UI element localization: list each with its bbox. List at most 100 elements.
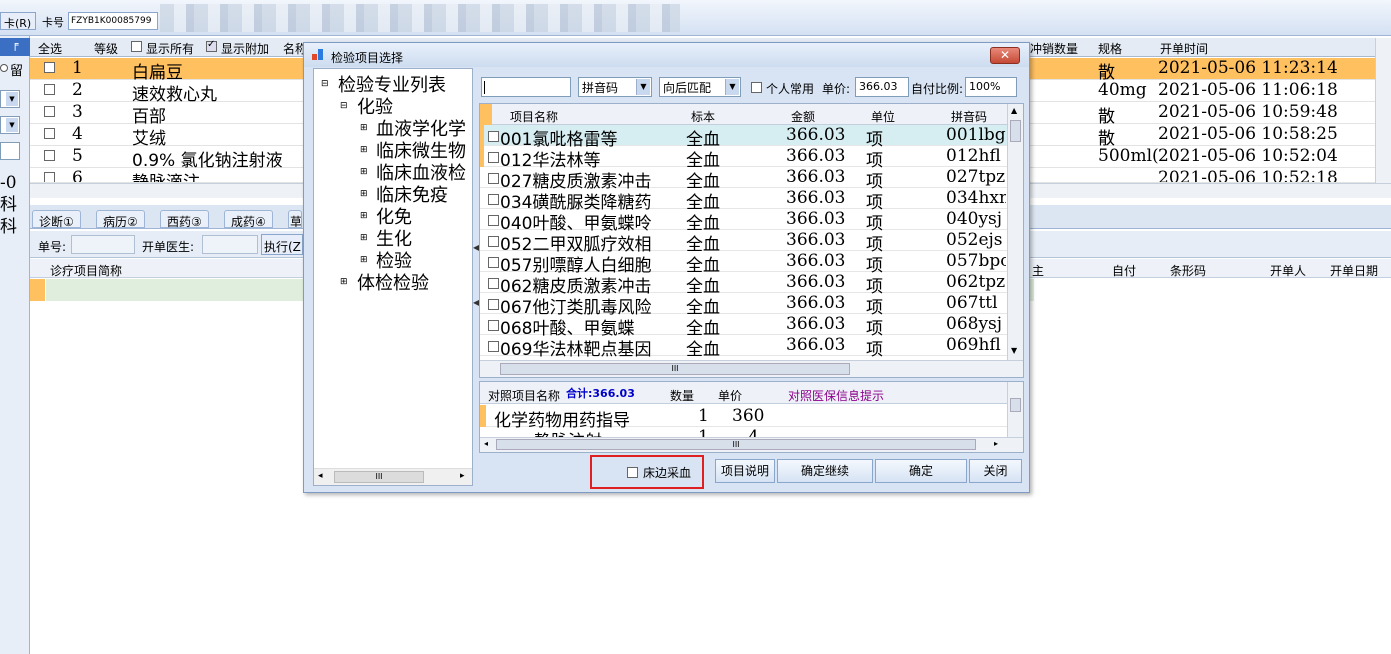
confirm-button[interactable]: 确定 <box>875 459 967 483</box>
main-grid-vscroll[interactable] <box>1375 38 1391 183</box>
item-checkbox[interactable] <box>488 215 499 226</box>
item-checkbox[interactable] <box>488 152 499 163</box>
tab-medical-record[interactable]: 病历② <box>96 210 145 229</box>
sub-grid-vscroll[interactable] <box>1007 382 1023 437</box>
item-checkbox[interactable] <box>488 341 499 352</box>
card-button[interactable]: 卡(R) <box>0 12 36 30</box>
tab-herbal[interactable]: 草 <box>288 210 302 228</box>
scroll-left-icon[interactable]: ◂ <box>318 471 323 481</box>
expand-icon[interactable]: ⊞ <box>360 255 368 265</box>
item-row[interactable]: 068叶酸、甲氨蝶 全血 366.03 项 068ysj <box>480 314 1007 339</box>
scroll-up-icon[interactable]: ▲ <box>1011 106 1017 115</box>
row-checkbox[interactable] <box>44 172 55 182</box>
tab-patent-medicine[interactable]: 成药④ <box>224 210 273 229</box>
item-row[interactable]: 067他汀类肌毒风险 全血 366.03 项 067ttl <box>480 293 1007 318</box>
item-code: 001lbg <box>946 125 1006 145</box>
expand-icon[interactable]: ⊞ <box>360 233 368 243</box>
scroll-right-icon[interactable]: ▸ <box>460 471 465 481</box>
item-checkbox[interactable] <box>488 320 499 331</box>
row-checkbox[interactable] <box>44 150 55 161</box>
item-row[interactable]: 040叶酸、甲氨蝶呤 全血 366.03 项 040ysj <box>480 209 1007 234</box>
item-row[interactable]: 027糖皮质激素冲击 全血 366.03 项 027tpz <box>480 167 1007 192</box>
scroll-thumb[interactable]: III <box>500 363 850 375</box>
select-all-header[interactable]: 全选 <box>38 40 62 57</box>
show-all-checkbox[interactable] <box>131 41 142 52</box>
expand-icon[interactable]: ⊞ <box>360 189 368 199</box>
sub-row[interactable]: 静脉注射 1 4 <box>480 427 1007 437</box>
match-type-select[interactable]: 向后匹配 ▼ <box>659 77 741 97</box>
item-row[interactable]: 069华法林靶点基因 全血 366.03 项 069hfl <box>480 335 1007 359</box>
item-row[interactable]: 057别嘌醇人白细胞 全血 366.03 项 057bpc <box>480 251 1007 276</box>
scroll-thumb[interactable]: III <box>334 471 424 483</box>
sub-row-qty: 1 <box>698 406 709 426</box>
item-checkbox[interactable] <box>488 131 499 142</box>
dropdown-2[interactable]: ▼ <box>0 116 20 134</box>
item-row[interactable]: 052二甲双胍疗效相 全血 366.03 项 052ejs <box>480 230 1007 255</box>
bedside-checkbox[interactable] <box>627 467 638 478</box>
close-icon[interactable]: ✕ <box>990 47 1020 64</box>
execute-button[interactable]: 执行(Z <box>261 234 303 255</box>
radio-icon[interactable] <box>0 64 8 72</box>
item-row[interactable]: 062糖皮质激素冲击 全血 366.03 项 062tpz <box>480 272 1007 297</box>
sub-grid-hscroll[interactable]: ◂ III ▸ <box>480 437 1023 452</box>
tree-hscroll[interactable]: ◂ III ▸ <box>314 468 472 485</box>
item-checkbox[interactable] <box>488 278 499 289</box>
close-button[interactable]: 关闭 <box>969 459 1022 483</box>
item-grid-hscroll[interactable]: III <box>480 360 1023 377</box>
sub-row[interactable]: 化学药物用药指导 1 360 <box>480 405 1007 431</box>
order-date-header: 开单日期 <box>1330 264 1379 278</box>
scroll-left-icon[interactable]: ◂ <box>484 439 488 448</box>
search-input[interactable] <box>481 77 571 97</box>
card-number-field[interactable]: FZYB1K00085799 <box>68 12 158 30</box>
input-field[interactable] <box>0 142 20 160</box>
tree-node-checkup[interactable]: 体检检验 <box>357 269 429 295</box>
collapse-icon[interactable]: ⊟ <box>340 101 348 111</box>
item-amount: 366.03 <box>786 251 846 271</box>
dropdown-1[interactable]: ▼ <box>0 90 20 108</box>
expand-icon[interactable]: ⊞ <box>360 167 368 177</box>
scroll-down-icon[interactable]: ▼ <box>1011 346 1017 355</box>
collapse-icon[interactable]: ⊟ <box>321 79 329 89</box>
row-checkbox[interactable] <box>44 62 55 73</box>
expand-icon[interactable]: ⊞ <box>360 211 368 221</box>
tab-western-medicine[interactable]: 西药③ <box>160 210 209 229</box>
tab-diagnosis[interactable]: 诊断① <box>32 210 81 229</box>
scroll-thumb[interactable] <box>1010 120 1021 142</box>
item-amount: 366.03 <box>786 188 846 208</box>
scroll-thumb[interactable]: III <box>496 439 976 450</box>
row-checkbox[interactable] <box>44 128 55 139</box>
doctor-input[interactable] <box>202 235 258 254</box>
col-item-name: 项目名称 <box>510 110 559 124</box>
row-checkbox[interactable] <box>44 84 55 95</box>
item-checkbox[interactable] <box>488 299 499 310</box>
row-checkbox[interactable] <box>44 106 55 117</box>
item-row[interactable]: 034磺酰脲类降糖药 全血 366.03 项 034hxn <box>480 188 1007 213</box>
item-code: 057bpc <box>946 251 1006 271</box>
item-row[interactable]: 001氯吡格雷等 全血 366.03 项 001lbg <box>480 125 1007 150</box>
doctor-label: 开单医生: <box>142 240 195 254</box>
personal-checkbox[interactable] <box>751 82 762 93</box>
expand-icon[interactable]: ⊞ <box>340 277 348 287</box>
sub-item-grid: 对照项目名称 合计:366.03 数量 单价 对照医保信息提示 化学药物用药指导… <box>479 381 1024 453</box>
item-explain-button[interactable]: 项目说明 <box>715 459 775 483</box>
item-row[interactable]: 012华法林等 全血 366.03 项 012hfl <box>480 146 1007 171</box>
price-input[interactable]: 366.03 <box>855 77 909 97</box>
item-checkbox[interactable] <box>488 173 499 184</box>
item-checkbox[interactable] <box>488 194 499 205</box>
scroll-thumb[interactable] <box>1010 398 1021 412</box>
pin-icon[interactable]: ╒ <box>0 38 30 56</box>
item-grid-vscroll[interactable]: ▲ ▼ <box>1007 104 1023 360</box>
scroll-right-icon[interactable]: ▸ <box>994 439 998 448</box>
code-type-select[interactable]: 拼音码 ▼ <box>578 77 652 97</box>
sub-row-qty: 1 <box>698 427 709 437</box>
show-extra-checkbox[interactable]: ✓ <box>206 39 217 52</box>
order-no-input[interactable] <box>71 235 135 254</box>
confirm-continue-button[interactable]: 确定继续 <box>777 459 873 483</box>
show-extra-label: 显示附加 <box>221 42 270 56</box>
row-number: 1 <box>72 58 83 78</box>
item-checkbox[interactable] <box>488 257 499 268</box>
expand-icon[interactable]: ⊞ <box>360 145 368 155</box>
item-checkbox[interactable] <box>488 236 499 247</box>
expand-icon[interactable]: ⊞ <box>360 123 368 133</box>
ratio-input[interactable]: 100% <box>965 77 1017 97</box>
